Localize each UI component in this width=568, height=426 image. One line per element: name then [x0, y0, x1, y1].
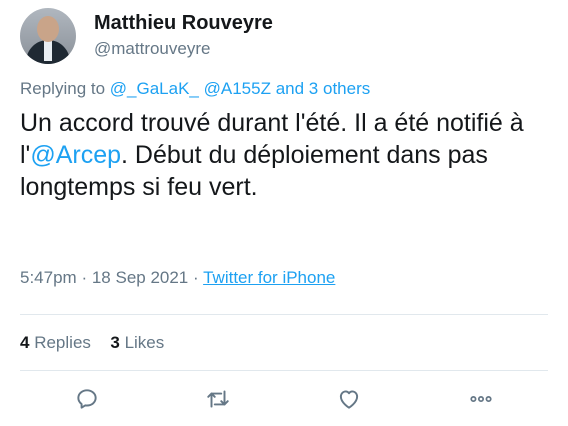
tweet-header: Matthieu Rouveyre @mattrouveyre: [20, 8, 548, 68]
reply-icon[interactable]: [74, 386, 104, 416]
replies-count[interactable]: 4: [20, 333, 29, 352]
tweet-date[interactable]: 18 Sep 2021: [92, 268, 188, 287]
retweet-icon[interactable]: [205, 386, 235, 416]
tweet-time[interactable]: 5:47pm: [20, 268, 77, 287]
reply-mention-a155z[interactable]: @A155Z: [204, 79, 271, 98]
more-icon[interactable]: [468, 386, 498, 416]
divider-bottom: [20, 370, 548, 371]
replying-to: Replying to @_GaLaK_ @A155Z and 3 others: [20, 79, 370, 99]
meta-separator: ·: [81, 268, 88, 287]
tweet-meta: 5:47pm · 18 Sep 2021 · Twitter for iPhon…: [20, 268, 335, 288]
replies-label[interactable]: Replies: [34, 333, 91, 352]
avatar-shirt: [44, 41, 52, 61]
likes-count[interactable]: 3: [110, 333, 119, 352]
user-handle[interactable]: @mattrouveyre: [94, 39, 210, 59]
tweet-actions: [0, 386, 568, 416]
likes-label[interactable]: Likes: [125, 333, 165, 352]
replying-prefix: Replying to: [20, 79, 106, 98]
meta-separator-2: ·: [193, 268, 199, 287]
tweet-stats: 4 Replies 3 Likes: [20, 333, 164, 353]
tweet-text: Un accord trouvé durant l'été. Il a été …: [20, 107, 550, 203]
avatar-head: [37, 16, 59, 42]
tweet-mention-arcep[interactable]: @Arcep: [30, 141, 121, 169]
reply-others-link[interactable]: and 3 others: [276, 79, 371, 98]
tweet-source-link[interactable]: Twitter for iPhone: [203, 268, 335, 287]
avatar[interactable]: [20, 8, 76, 64]
user-name[interactable]: Matthieu Rouveyre: [94, 12, 273, 35]
heart-icon[interactable]: [336, 386, 366, 416]
divider-top: [20, 314, 548, 315]
reply-mention-galak[interactable]: @_GaLaK_: [110, 79, 199, 98]
